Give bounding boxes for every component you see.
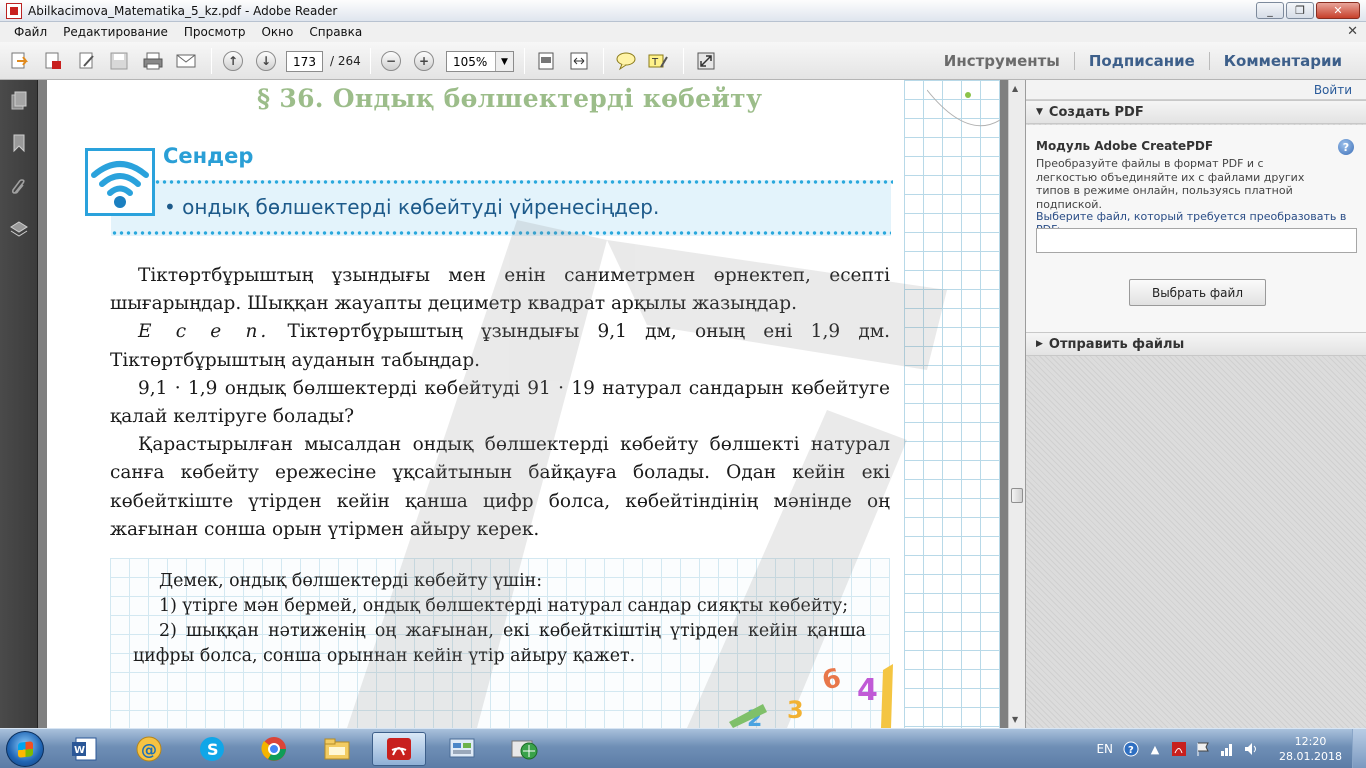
taskbar-skype[interactable]: S bbox=[185, 732, 239, 766]
svg-text:?: ? bbox=[1128, 745, 1134, 756]
minimize-button[interactable]: _ bbox=[1256, 2, 1284, 19]
svg-text:S: S bbox=[207, 740, 219, 759]
create-pdf-section-header[interactable]: ▼ Создать PDF bbox=[1026, 100, 1366, 124]
taskbar-control-panel[interactable] bbox=[435, 732, 489, 766]
start-button[interactable] bbox=[6, 731, 44, 767]
svg-text:@: @ bbox=[141, 740, 157, 759]
navigation-pane bbox=[0, 80, 38, 728]
bookmarks-icon[interactable] bbox=[8, 132, 30, 154]
scroll-thumb[interactable] bbox=[1011, 488, 1023, 503]
watermark-decoration bbox=[347, 220, 947, 728]
close-document-icon[interactable]: ✕ bbox=[1347, 24, 1358, 39]
taskbar-chrome[interactable] bbox=[247, 732, 301, 766]
document-scrollbar[interactable]: ▲ ▼ bbox=[1008, 80, 1025, 728]
save-icon[interactable] bbox=[108, 50, 130, 72]
document-area[interactable]: § 36. Ондық бөлшектерді көбейту Сендер •… bbox=[38, 80, 1008, 728]
expanded-triangle-icon: ▼ bbox=[1036, 107, 1043, 117]
page-number-input[interactable]: 173 bbox=[286, 51, 323, 72]
menu-edit[interactable]: Редактирование bbox=[55, 25, 176, 39]
flag-icon[interactable] bbox=[1195, 741, 1211, 757]
taskbar-mail[interactable]: @ bbox=[122, 732, 176, 766]
adobe-tray-icon[interactable] bbox=[1171, 741, 1187, 757]
attachments-icon[interactable] bbox=[8, 176, 30, 198]
pdf-page[interactable]: § 36. Ондық бөлшектерді көбейту Сендер •… bbox=[47, 80, 1000, 728]
network-icon[interactable] bbox=[1219, 741, 1235, 757]
previous-page-button[interactable]: ↑ bbox=[223, 51, 243, 71]
next-page-button[interactable]: ↓ bbox=[256, 51, 276, 71]
taskbar: W @ S EN ? ▲ 12:20 28.01.2018 bbox=[0, 728, 1366, 768]
svg-text:6: 6 bbox=[819, 663, 844, 697]
language-indicator[interactable]: EN bbox=[1096, 742, 1113, 756]
fit-width-icon[interactable] bbox=[568, 50, 590, 72]
chevron-down-icon[interactable]: ▼ bbox=[495, 52, 513, 71]
window-title: Abilkacimova_Matematika_5_kz.pdf - Adobe… bbox=[28, 3, 338, 18]
svg-text:T: T bbox=[651, 57, 659, 68]
print-icon[interactable] bbox=[142, 50, 164, 72]
menu-view[interactable]: Просмотр bbox=[176, 25, 254, 39]
tools-tab[interactable]: Инструменты bbox=[930, 52, 1074, 70]
login-link[interactable]: Войти bbox=[1314, 83, 1352, 97]
menu-help[interactable]: Справка bbox=[301, 25, 370, 39]
zoom-select[interactable]: 105% ▼ bbox=[446, 51, 514, 72]
zoom-out-button[interactable]: − bbox=[381, 51, 401, 71]
create-pdf-red-icon[interactable] bbox=[42, 50, 64, 72]
title-bar: Abilkacimova_Matematika_5_kz.pdf - Adobe… bbox=[0, 0, 1366, 22]
volume-icon[interactable] bbox=[1243, 741, 1259, 757]
sticky-note-icon[interactable] bbox=[615, 50, 637, 72]
send-files-label: Отправить файлы bbox=[1048, 336, 1185, 352]
toolbar: ↑ ↓ 173 / 264 − + 105% ▼ T Инструменты П… bbox=[0, 42, 1366, 80]
send-files-section-header[interactable]: ▶ Отправить файлы bbox=[1026, 332, 1366, 356]
menu-file[interactable]: Файл bbox=[6, 25, 55, 39]
comments-tab[interactable]: Комментарии bbox=[1208, 52, 1356, 70]
page-total: / 264 bbox=[330, 54, 361, 68]
menu-window[interactable]: Окно bbox=[253, 25, 301, 39]
taskbar-network-app[interactable] bbox=[497, 732, 551, 766]
show-desktop-button[interactable] bbox=[1352, 729, 1366, 768]
scroll-up-icon[interactable]: ▲ bbox=[1012, 84, 1018, 93]
zoom-value: 105% bbox=[453, 54, 488, 69]
numbers-illustration: 6 4 3 2 bbox=[729, 663, 893, 728]
svg-text:4: 4 bbox=[857, 673, 878, 708]
panel-header: Войти bbox=[1026, 80, 1366, 100]
module-description: Преобразуйте файлы в формат PDF и с легк… bbox=[1036, 157, 1305, 211]
adobe-reader-window: Abilkacimova_Matematika_5_kz.pdf - Adobe… bbox=[0, 0, 1366, 768]
taskbar-adobe-reader[interactable] bbox=[372, 732, 426, 766]
create-pdf-icon[interactable] bbox=[8, 50, 30, 72]
chevron-up-icon[interactable]: ▲ bbox=[1147, 741, 1163, 757]
email-icon[interactable] bbox=[175, 50, 197, 72]
full-screen-icon[interactable] bbox=[695, 50, 717, 72]
clock[interactable]: 12:20 28.01.2018 bbox=[1279, 734, 1342, 764]
collapsed-triangle-icon: ▶ bbox=[1036, 339, 1043, 349]
help-tray-icon[interactable]: ? bbox=[1123, 741, 1139, 757]
adobe-reader-app-icon[interactable] bbox=[6, 2, 22, 19]
clock-date: 28.01.2018 bbox=[1279, 750, 1342, 763]
zoom-in-button[interactable]: + bbox=[414, 51, 434, 71]
scroll-down-icon[interactable]: ▼ bbox=[1012, 715, 1018, 724]
close-button[interactable]: ✕ bbox=[1316, 2, 1360, 19]
taskbar-explorer[interactable] bbox=[310, 732, 364, 766]
help-icon[interactable]: ? bbox=[1338, 139, 1354, 155]
restore-button[interactable]: ❐ bbox=[1286, 2, 1314, 19]
file-path-field[interactable] bbox=[1036, 228, 1357, 253]
module-title: Модуль Adobe CreatePDF bbox=[1036, 139, 1214, 153]
create-pdf-label: Создать PDF bbox=[1048, 104, 1144, 120]
sign-tab[interactable]: Подписание bbox=[1073, 52, 1209, 70]
create-pdf-body: Модуль Adobe CreatePDF ? Преобразуйте фа… bbox=[1026, 125, 1366, 332]
menu-bar: Файл Редактирование Просмотр Окно Справк… bbox=[0, 22, 1366, 42]
svg-text:W: W bbox=[74, 745, 85, 756]
page-thumbnails-icon[interactable] bbox=[8, 90, 30, 112]
choose-file-button[interactable]: Выбрать файл bbox=[1129, 279, 1266, 306]
fit-page-icon[interactable] bbox=[535, 50, 557, 72]
edit-document-icon[interactable] bbox=[76, 50, 98, 72]
tools-panel: Войти ▼ Создать PDF Модуль Adobe CreateP… bbox=[1025, 80, 1366, 728]
taskbar-word[interactable]: W bbox=[58, 732, 112, 766]
highlight-text-icon[interactable]: T bbox=[647, 50, 669, 72]
clock-time: 12:20 bbox=[1294, 735, 1327, 748]
system-tray: EN ? ▲ 12:20 28.01.2018 bbox=[1096, 729, 1366, 768]
layers-icon[interactable] bbox=[8, 218, 30, 240]
svg-text:3: 3 bbox=[787, 696, 804, 724]
